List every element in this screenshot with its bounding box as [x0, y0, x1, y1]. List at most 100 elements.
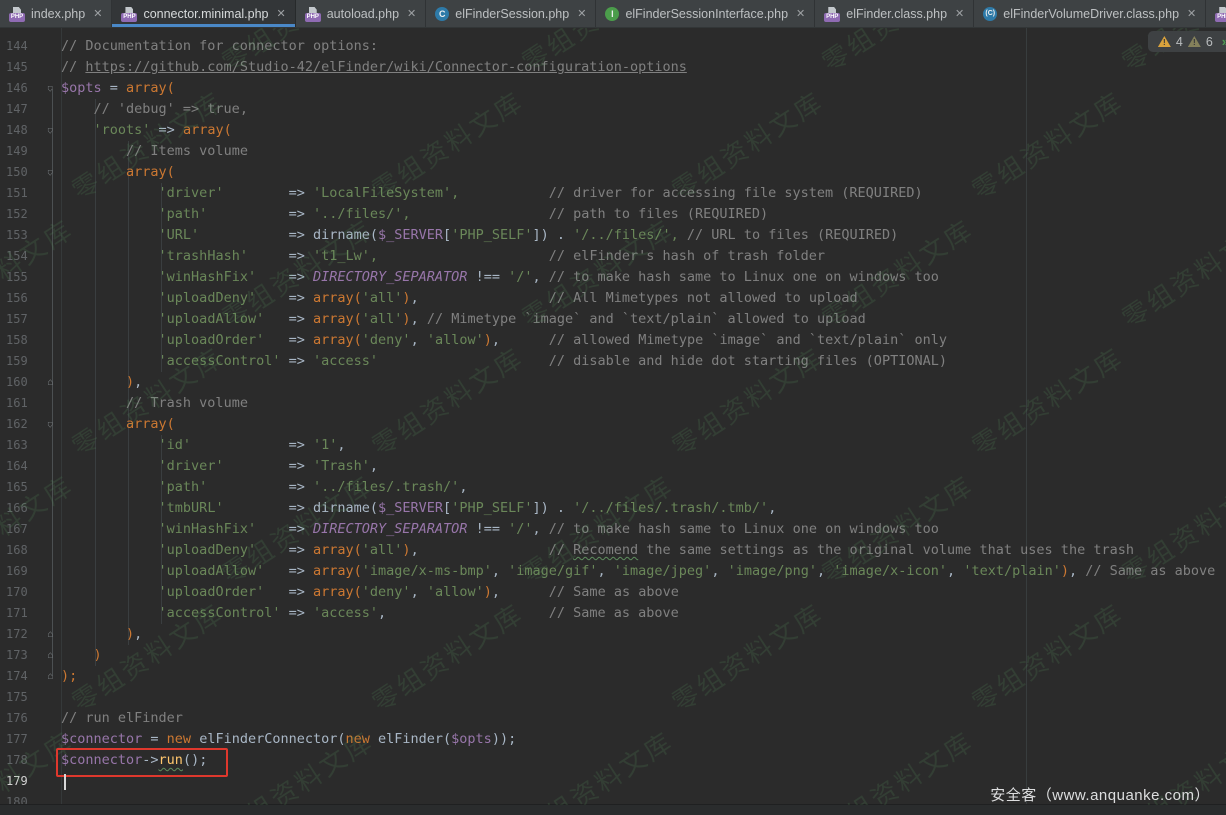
- code-text: // Items volume: [61, 141, 1226, 162]
- code-line[interactable]: 174⌂);: [0, 666, 1226, 687]
- code-line[interactable]: 170 'uploadOrder' => array('deny', 'allo…: [0, 582, 1226, 603]
- tab-close-icon[interactable]: ✕: [277, 7, 286, 20]
- line-number: 162: [0, 414, 40, 435]
- tab-elFinderVolumeDriver.class.php[interactable]: (C)elFinderVolumeDriver.class.php✕: [974, 0, 1206, 27]
- code-line[interactable]: 145// https://github.com/Studio-42/elFin…: [0, 57, 1226, 78]
- code-line[interactable]: 171 'accessControl' => 'access', // Same…: [0, 603, 1226, 624]
- code-line[interactable]: 166 'tmbURL' => dirname($_SERVER['PHP_SE…: [0, 498, 1226, 519]
- fold-gutter[interactable]: ⌂: [40, 162, 61, 183]
- code-line[interactable]: 159 'accessControl' => 'access' // disab…: [0, 351, 1226, 372]
- code-line[interactable]: 169 'uploadAllow' => array('image/x-ms-b…: [0, 561, 1226, 582]
- code-text: 'id' => '1',: [61, 435, 1226, 456]
- line-number: 176: [0, 708, 40, 729]
- line-number: 145: [0, 57, 40, 78]
- code-text: ),: [61, 624, 1226, 645]
- fold-end-icon[interactable]: ⌂: [47, 372, 53, 393]
- fold-gutter: [40, 141, 61, 162]
- tab-close-icon[interactable]: ✕: [1187, 7, 1196, 20]
- code-line[interactable]: 156 'uploadDeny' => array('all'), // All…: [0, 288, 1226, 309]
- tab-autoload.php[interactable]: PHPautoload.php✕: [296, 0, 427, 27]
- code-line[interactable]: 173 ⌂ ): [0, 645, 1226, 666]
- interface-file-icon: I: [605, 7, 619, 21]
- code-line[interactable]: 150⌂ array(: [0, 162, 1226, 183]
- code-line[interactable]: 177$connector = new elFinderConnector(ne…: [0, 729, 1226, 750]
- code-lines[interactable]: 144// Documentation for connector option…: [0, 36, 1226, 805]
- code-text: 'trashHash' => 't1_Lw', // elFinder's ha…: [61, 246, 1226, 267]
- fold-gutter[interactable]: ⌂: [40, 624, 61, 645]
- line-number: 149: [0, 141, 40, 162]
- tab-label: elFinderSession.php: [455, 7, 569, 21]
- tab-close-icon[interactable]: ✕: [796, 7, 805, 20]
- line-number: 161: [0, 393, 40, 414]
- fold-end-icon[interactable]: ⌂: [47, 666, 53, 687]
- php-file-icon: PHP: [824, 7, 840, 21]
- code-line[interactable]: 147 // 'debug' => true,: [0, 99, 1226, 120]
- tab-index.php[interactable]: PHPindex.php✕: [0, 0, 112, 27]
- tab-close-icon[interactable]: ✕: [577, 7, 586, 20]
- fold-start-icon[interactable]: ⌂: [47, 414, 53, 435]
- code-line[interactable]: 161 // Trash volume: [0, 393, 1226, 414]
- code-text: $connector = new elFinderConnector(new e…: [61, 729, 1226, 750]
- code-line[interactable]: 151 'driver' => 'LocalFileSystem', // dr…: [0, 183, 1226, 204]
- code-line[interactable]: 153 'URL' => dirname($_SERVER['PHP_SELF'…: [0, 225, 1226, 246]
- code-text: ): [61, 645, 1226, 666]
- fold-gutter: [40, 519, 61, 540]
- code-line[interactable]: 155 'winHashFix' => DIRECTORY_SEPARATOR …: [0, 267, 1226, 288]
- code-line[interactable]: 176 // run elFinder: [0, 708, 1226, 729]
- fold-end-icon[interactable]: ⌂: [47, 624, 53, 645]
- code-text: $opts = array(: [61, 78, 1226, 99]
- code-line[interactable]: 149 // Items volume: [0, 141, 1226, 162]
- code-line[interactable]: 165 'path' => '../files/.trash/',: [0, 477, 1226, 498]
- code-line[interactable]: 146⌂$opts = array(: [0, 78, 1226, 99]
- tab-close-icon[interactable]: ✕: [955, 7, 964, 20]
- inspections-widget[interactable]: ! 4 ! 6 »: [1148, 31, 1226, 52]
- tab-elF[interactable]: PHPelF: [1206, 0, 1226, 27]
- fold-gutter[interactable]: ⌂: [40, 120, 61, 141]
- code-line[interactable]: 172⌂ ),: [0, 624, 1226, 645]
- code-line[interactable]: 164 'driver' => 'Trash',: [0, 456, 1226, 477]
- code-text: );: [61, 666, 1226, 687]
- fold-gutter[interactable]: ⌂: [40, 78, 61, 99]
- code-text: // run elFinder: [61, 708, 1226, 729]
- text-caret: [64, 774, 66, 790]
- code-line[interactable]: 163 'id' => '1',: [0, 435, 1226, 456]
- tab-elFinder.class.php[interactable]: PHPelFinder.class.php✕: [815, 0, 974, 27]
- code-line[interactable]: 157 'uploadAllow' => array('all'), // Mi…: [0, 309, 1226, 330]
- weak-warning-count: 6: [1206, 35, 1213, 49]
- tab-close-icon[interactable]: ✕: [93, 7, 102, 20]
- code-line[interactable]: 175: [0, 687, 1226, 708]
- code-line[interactable]: 162⌂ array(: [0, 414, 1226, 435]
- line-number: 156: [0, 288, 40, 309]
- fold-start-icon[interactable]: ⌂: [47, 120, 53, 141]
- tab-elFinderSession.php[interactable]: CelFinderSession.php✕: [426, 0, 596, 27]
- tab-close-icon[interactable]: ✕: [407, 7, 416, 20]
- fold-gutter: [40, 225, 61, 246]
- fold-gutter[interactable]: ⌂: [40, 666, 61, 687]
- code-text: 'uploadOrder' => array('deny', 'allow'),…: [61, 330, 1226, 351]
- code-line[interactable]: 158 'uploadOrder' => array('deny', 'allo…: [0, 330, 1226, 351]
- code-text: // 'debug' => true,: [61, 99, 1226, 120]
- line-number: 157: [0, 309, 40, 330]
- fold-gutter[interactable]: ⌂: [40, 372, 61, 393]
- code-line[interactable]: 154 'trashHash' => 't1_Lw', // elFinder'…: [0, 246, 1226, 267]
- code-line[interactable]: 144// Documentation for connector option…: [0, 36, 1226, 57]
- tab-label: elFinderVolumeDriver.class.php: [1003, 7, 1179, 21]
- inspections-chevron-icon: »: [1222, 34, 1226, 49]
- code-text: 'uploadOrder' => array('deny', 'allow'),…: [61, 582, 1226, 603]
- code-line[interactable]: 152 'path' => '../files/', // path to fi…: [0, 204, 1226, 225]
- php-file-icon: PHP: [9, 7, 25, 21]
- code-editor[interactable]: 144// Documentation for connector option…: [0, 28, 1226, 805]
- code-line[interactable]: 167 'winHashFix' => DIRECTORY_SEPARATOR …: [0, 519, 1226, 540]
- fold-start-icon[interactable]: ⌂: [47, 78, 53, 99]
- fold-gutter[interactable]: ⌂: [40, 414, 61, 435]
- fold-gutter[interactable]: ⌂: [40, 645, 61, 666]
- tab-elFinderSessionInterface.php[interactable]: IelFinderSessionInterface.php✕: [596, 0, 815, 27]
- tab-connector.minimal.php[interactable]: PHPconnector.minimal.php✕: [112, 0, 295, 27]
- fold-start-icon[interactable]: ⌂: [47, 162, 53, 183]
- fold-gutter: [40, 435, 61, 456]
- code-line[interactable]: 148⌂ 'roots' => array(: [0, 120, 1226, 141]
- fold-end-icon[interactable]: ⌂: [47, 645, 53, 666]
- code-line[interactable]: 160⌂ ),: [0, 372, 1226, 393]
- code-line[interactable]: 168 'uploadDeny' => array('all'), // Rec…: [0, 540, 1226, 561]
- line-number: 173: [0, 645, 40, 666]
